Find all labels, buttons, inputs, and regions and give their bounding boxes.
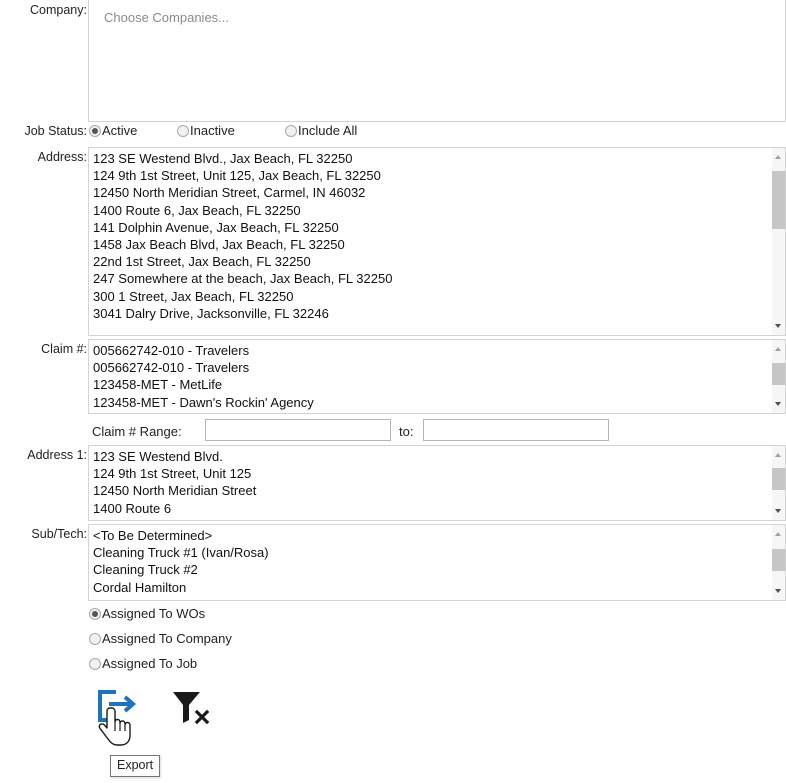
assigned-to-job[interactable]: Assigned To Job: [89, 656, 197, 671]
list-item[interactable]: 3041 Dalry Drive, Jacksonville, FL 32246: [93, 305, 392, 322]
assigned-to-job-radio[interactable]: [89, 658, 101, 670]
list-item[interactable]: <To Be Determined>: [93, 527, 269, 544]
assigned-to-job-label: Assigned To Job: [102, 656, 198, 671]
claim-range-from-input[interactable]: [205, 419, 391, 441]
claim-scrollbar[interactable]: [772, 340, 785, 413]
list-item[interactable]: Cordal Hamilton: [93, 579, 269, 596]
list-item[interactable]: 1400 Route 6, Jax Beach, FL 32250: [93, 202, 392, 219]
scroll-up-icon[interactable]: [775, 155, 781, 159]
scroll-down-icon[interactable]: [775, 589, 781, 593]
job-status-include-all-radio[interactable]: [285, 125, 297, 137]
list-item[interactable]: Cleaning Truck #1 (Ivan/Rosa): [93, 544, 269, 561]
clear-filter-icon[interactable]: [170, 690, 214, 726]
assigned-to-company[interactable]: Assigned To Company: [89, 631, 232, 646]
scroll-thumb[interactable]: [772, 468, 785, 490]
address-label: Address:: [37, 150, 87, 164]
assigned-to-wos-radio[interactable]: [89, 608, 101, 620]
scroll-down-icon[interactable]: [775, 402, 781, 406]
address-listbox[interactable]: 123 SE Westend Blvd., Jax Beach, FL 3225…: [88, 147, 786, 336]
company-select[interactable]: Choose Companies...: [88, 0, 786, 122]
list-item[interactable]: 005662742-010 - Travelers: [93, 359, 314, 376]
list-item[interactable]: 12450 North Meridian Street: [93, 482, 256, 499]
scroll-up-icon[interactable]: [775, 453, 781, 457]
assigned-to-wos[interactable]: Assigned To WOs: [89, 606, 205, 621]
company-label: Company:: [30, 3, 87, 17]
list-item[interactable]: 123458-MET - Dawn's Rockin' Agency: [93, 394, 314, 411]
scroll-thumb[interactable]: [772, 549, 785, 571]
list-item[interactable]: 123 SE Westend Blvd.: [93, 448, 256, 465]
list-item[interactable]: 123 SE Westend Blvd., Jax Beach, FL 3225…: [93, 150, 392, 167]
job-status-inactive-label: Inactive: [190, 123, 235, 138]
scroll-down-icon[interactable]: [775, 509, 781, 513]
list-item[interactable]: 124 9th 1st Street, Unit 125, Jax Beach,…: [93, 167, 392, 184]
scroll-down-icon[interactable]: [775, 324, 781, 328]
subtech-scrollbar[interactable]: [772, 525, 785, 600]
job-status-inactive[interactable]: Inactive: [177, 123, 235, 138]
subtech-listbox[interactable]: <To Be Determined> Cleaning Truck #1 (Iv…: [88, 524, 786, 601]
job-status-active[interactable]: Active: [89, 123, 137, 138]
hand-cursor-icon: [98, 707, 131, 746]
list-item[interactable]: 247 Somewhere at the beach, Jax Beach, F…: [93, 270, 392, 287]
address1-listbox[interactable]: 123 SE Westend Blvd. 124 9th 1st Street,…: [88, 445, 786, 521]
list-item[interactable]: Cleaning Truck #2: [93, 561, 269, 578]
list-item[interactable]: 12450 North Meridian Street, Carmel, IN …: [93, 184, 392, 201]
claim-range-to-input[interactable]: [423, 419, 609, 441]
job-status-active-label: Active: [102, 123, 138, 138]
address1-label: Address 1:: [27, 448, 87, 462]
list-item[interactable]: 124 9th 1st Street, Unit 125: [93, 465, 256, 482]
clear-filter-button[interactable]: [170, 690, 214, 726]
address-scrollbar[interactable]: [772, 148, 785, 335]
job-status-inactive-radio[interactable]: [177, 125, 189, 137]
list-item[interactable]: 123458-MET - MetLife: [93, 376, 314, 393]
scroll-up-icon[interactable]: [775, 532, 781, 536]
list-item[interactable]: 141 Dolphin Avenue, Jax Beach, FL 32250: [93, 219, 392, 236]
claim-range-label: Claim # Range:: [92, 424, 182, 439]
list-item[interactable]: 22nd 1st Street, Jax Beach, FL 32250: [93, 253, 392, 270]
scroll-thumb[interactable]: [772, 171, 785, 229]
subtech-label: Sub/Tech:: [31, 527, 87, 541]
job-status-active-radio[interactable]: [89, 125, 101, 137]
assigned-to-company-label: Assigned To Company: [102, 631, 232, 646]
job-status-label: Job Status:: [24, 124, 87, 138]
list-item[interactable]: 1400 Route 6: [93, 500, 256, 517]
claim-range-to-label: to:: [399, 424, 414, 439]
claim-listbox[interactable]: 005662742-010 - Travelers 005662742-010 …: [88, 339, 786, 414]
company-placeholder: Choose Companies...: [104, 10, 230, 25]
assigned-to-company-radio[interactable]: [89, 633, 101, 645]
job-status-include-all-label: Include All: [298, 123, 358, 138]
export-tooltip: Export: [110, 755, 161, 777]
address1-scrollbar[interactable]: [772, 446, 785, 520]
scroll-up-icon[interactable]: [775, 347, 781, 351]
scroll-thumb[interactable]: [772, 363, 785, 385]
assigned-to-wos-label: Assigned To WOs: [102, 606, 206, 621]
list-item[interactable]: 005662742-010 - Travelers: [93, 342, 314, 359]
list-item[interactable]: 300 1 Street, Jax Beach, FL 32250: [93, 288, 392, 305]
list-item[interactable]: 1458 Jax Beach Blvd, Jax Beach, FL 32250: [93, 236, 392, 253]
job-status-include-all[interactable]: Include All: [285, 123, 357, 138]
claim-label: Claim #:: [41, 342, 87, 356]
